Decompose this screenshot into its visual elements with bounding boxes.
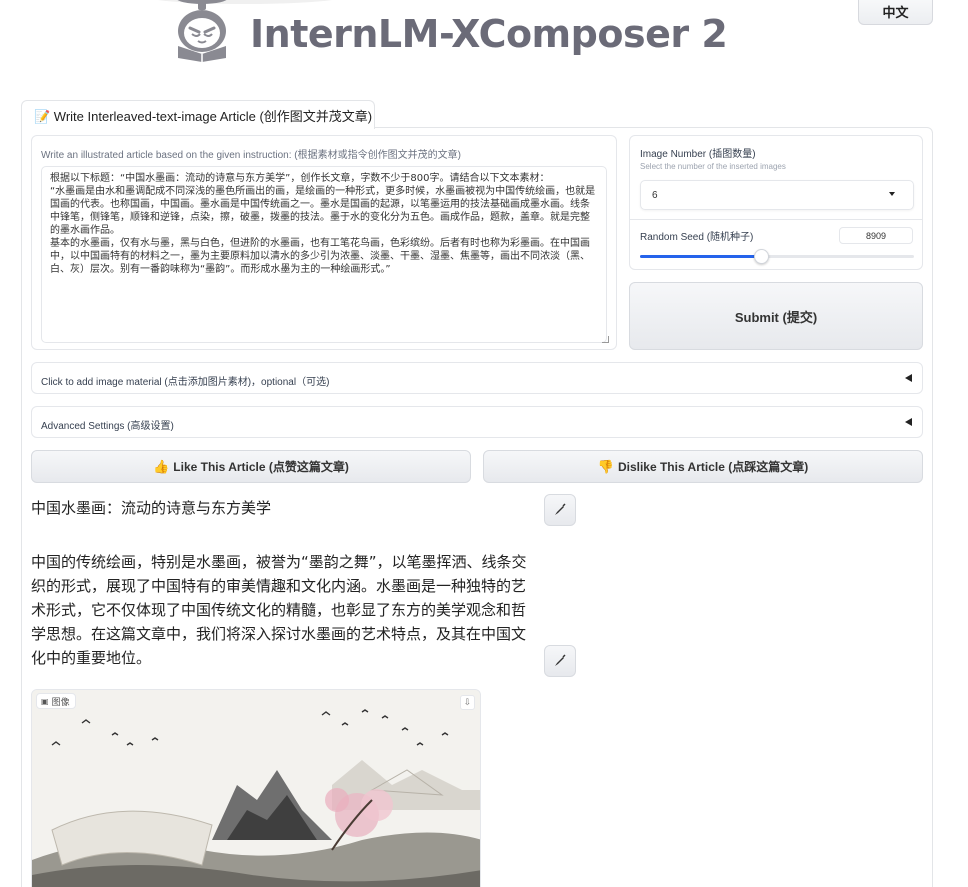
- logo-icon: [177, 0, 227, 62]
- instruction-textarea[interactable]: 根据以下标题：“中国水墨画：流动的诗意与东方美学”，创作长文章，字数不少于800…: [41, 166, 607, 343]
- article-title: 中国水墨画：流动的诗意与东方美学: [31, 499, 272, 517]
- like-label: Like This Article (点赞这篇文章): [173, 460, 349, 474]
- image-number-dropdown[interactable]: 6: [640, 180, 914, 210]
- seed-slider-thumb[interactable]: [753, 249, 769, 264]
- settings-block: Image Number (插图数量) Select the number of…: [629, 135, 923, 270]
- seed-slider[interactable]: [640, 249, 914, 264]
- article-image: ▣ 图像 ⇩: [31, 689, 481, 887]
- language-toggle-button[interactable]: 中文: [858, 0, 933, 25]
- image-number-label: Image Number (插图数量): [640, 149, 756, 160]
- dislike-label: Dislike This Article (点踩这篇文章): [617, 460, 809, 474]
- like-button[interactable]: 👍 Like This Article (点赞这篇文章): [31, 450, 471, 483]
- edit-title-button[interactable]: [544, 494, 576, 526]
- image-number-value: 6: [652, 190, 658, 201]
- collapse-arrow-icon: [905, 418, 912, 426]
- download-icon[interactable]: ⇩: [460, 695, 475, 710]
- image-material-accordion[interactable]: Click to add image material (点击添加图片素材)，o…: [31, 362, 923, 394]
- advanced-settings-label: Advanced Settings (高级设置): [41, 421, 174, 432]
- submit-button[interactable]: Submit (提交): [629, 282, 923, 350]
- collapse-arrow-icon: [905, 374, 912, 382]
- seed-label: Random Seed (随机种子): [640, 232, 754, 243]
- seed-slider-fill: [640, 255, 761, 258]
- pen-icon: [555, 503, 566, 515]
- tab-write-article[interactable]: 📝 Write Interleaved-text-image Article (…: [21, 100, 375, 129]
- article-paragraph: 中国的传统绘画，特别是水墨画，被誉为“墨韵之舞”，以笔墨挥洒、线条交织的形式，展…: [31, 553, 527, 667]
- advanced-settings-accordion[interactable]: Advanced Settings (高级设置): [31, 406, 923, 438]
- app-title: InternLM-XComposer 2: [250, 12, 728, 56]
- image-badge-label: 图像: [51, 697, 70, 707]
- divider: [630, 219, 922, 220]
- pen-icon: [555, 654, 566, 666]
- dislike-button[interactable]: 👎 Dislike This Article (点踩这篇文章): [483, 450, 923, 483]
- image-icon: ▣: [41, 697, 49, 706]
- thumbs-down-icon: 👎: [597, 458, 614, 474]
- seed-number-input[interactable]: 8909: [839, 227, 913, 244]
- image-badge: ▣ 图像: [36, 693, 76, 709]
- thumbs-up-icon: 👍: [153, 458, 170, 474]
- image-number-info: Select the number of the inserted images: [640, 162, 786, 171]
- image-material-label: Click to add image material (点击添加图片素材)，o…: [41, 377, 330, 388]
- chevron-down-icon: [889, 192, 895, 196]
- instruction-label: Write an illustrated article based on th…: [41, 150, 461, 161]
- ink-painting-illustration: [32, 690, 480, 887]
- instruction-block: Write an illustrated article based on th…: [31, 135, 617, 350]
- edit-paragraph-button[interactable]: [544, 645, 576, 677]
- resize-handle-icon[interactable]: [602, 336, 609, 343]
